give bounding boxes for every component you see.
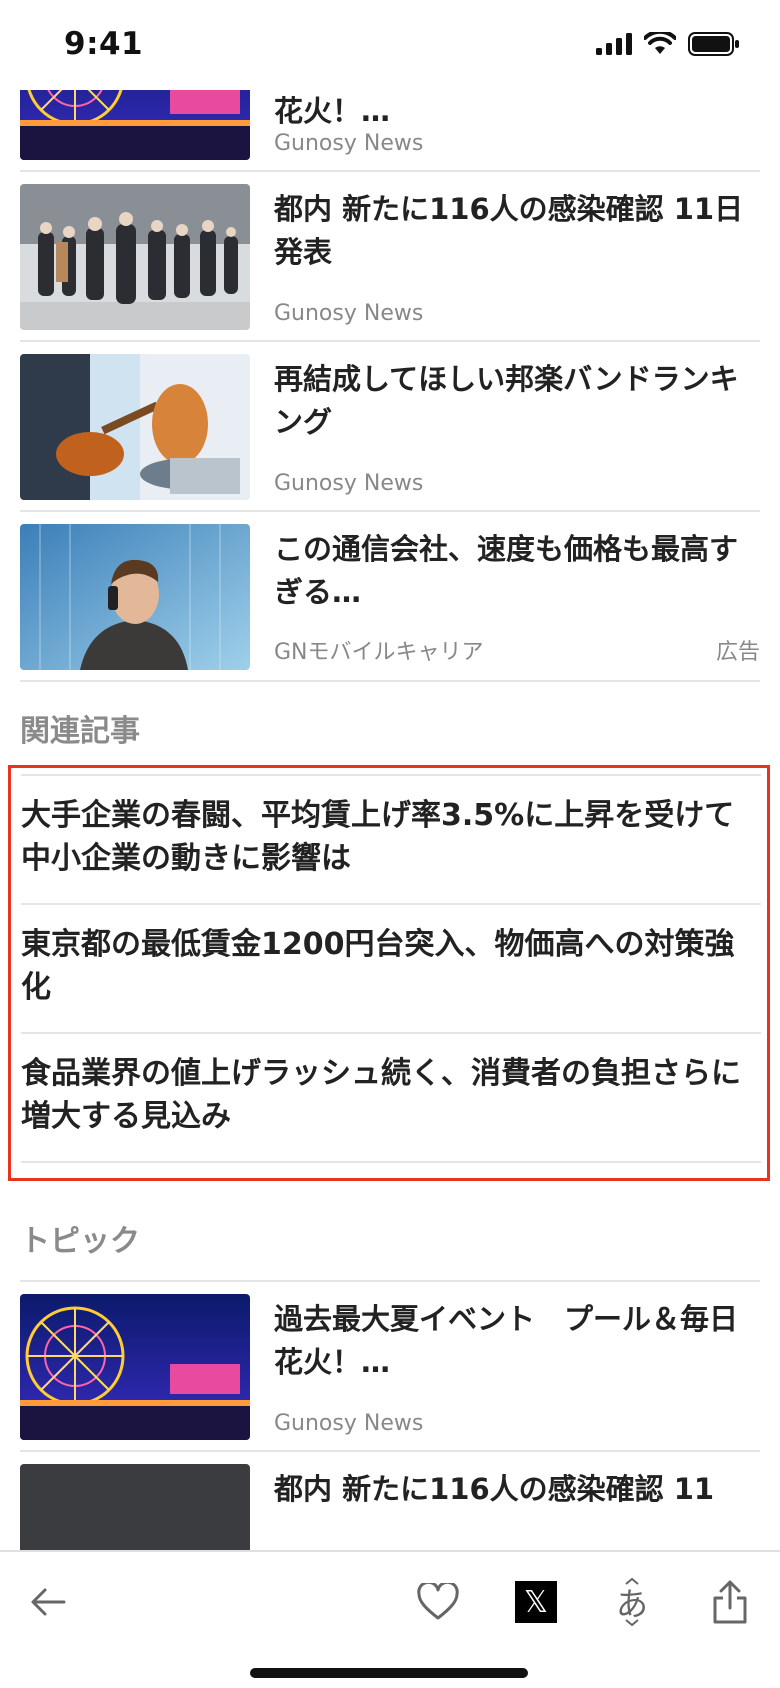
related-article-link[interactable]: 食品業界の値上げラッシュ続く、消費者の負担さらに増大する見込み <box>21 1032 761 1152</box>
ferris-wheel-thumbnail <box>20 90 250 160</box>
article-source: GNモバイルキャリア <box>274 640 484 665</box>
status-icons <box>596 32 740 56</box>
article-source: Gunosy News <box>274 131 424 156</box>
article-title: 都内 新たに116人の感染確認 11 <box>274 1472 715 1506</box>
article-item[interactable]: 花火！… Gunosy News <box>20 90 760 172</box>
article-title: 都内 新たに116人の感染確認 11日発表 <box>274 192 744 269</box>
bottom-toolbar: 𝕏 あ <box>0 1550 780 1688</box>
battery-icon <box>688 32 739 56</box>
ad-article-item[interactable]: この通信会社、速度も価格も最高すぎる… GNモバイルキャリア 広告 <box>20 512 760 682</box>
like-button[interactable] <box>410 1574 466 1630</box>
signal-icon <box>596 33 632 55</box>
article-item[interactable]: 再結成してほしい邦楽バンドランキング Gunosy News <box>20 342 760 512</box>
related-article-link[interactable]: 大手企業の春闘、平均賃上げ率3.5%に上昇を受けて中小企業の動きに影響は <box>21 774 761 894</box>
status-time: 9:41 <box>64 26 144 62</box>
article-title: 再結成してほしい邦楽バンドランキング <box>274 362 739 439</box>
article-title: この通信会社、速度も価格も最高すぎる… <box>274 532 739 609</box>
status-bar: 9:41 <box>0 0 780 90</box>
crowd-thumbnail <box>20 184 250 330</box>
related-article-link[interactable]: 東京都の最低賃金1200円台突入、物価高への対策強化 <box>21 903 761 1023</box>
article-item[interactable]: 都内 新たに116人の感染確認 11日発表 Gunosy News <box>20 172 760 342</box>
heart-icon <box>417 1583 459 1620</box>
ad-label: 広告 <box>715 640 760 665</box>
wifi-icon <box>644 32 676 54</box>
article-source: Gunosy News <box>274 1411 424 1436</box>
topic-article-item[interactable]: 過去最大夏イベント プール＆毎日花火！… Gunosy News <box>20 1282 760 1452</box>
topic-article-item[interactable]: 都内 新たに116人の感染確認 11 <box>20 1452 760 1550</box>
related-articles-highlight: 大手企業の春闘、平均賃上げ率3.5%に上昇を受けて中小企業の動きに影響は 東京都… <box>8 765 770 1181</box>
back-arrow-icon <box>31 1588 66 1616</box>
crowd-thumbnail <box>20 1464 250 1550</box>
phone-call-thumbnail <box>20 524 250 670</box>
share-button[interactable] <box>702 1574 758 1630</box>
share-to-x-button[interactable]: 𝕏 <box>508 1574 564 1630</box>
article-scroll-view[interactable]: 花火！… Gunosy News 都内 新たに116人の感染確認 11日発表 G… <box>0 90 780 1550</box>
related-divider <box>21 1161 761 1163</box>
x-logo-glyph: 𝕏 <box>523 1584 549 1620</box>
article-title: 過去最大夏イベント プール＆毎日花火！… <box>274 1302 739 1379</box>
back-button[interactable] <box>20 1574 76 1630</box>
font-size-button[interactable]: あ <box>604 1574 660 1630</box>
ferris-wheel-thumbnail <box>20 1294 250 1440</box>
article-title: 花火！… <box>274 94 391 128</box>
article-source: Gunosy News <box>274 301 424 326</box>
font-size-icon: あ <box>612 1578 652 1626</box>
x-logo-icon: 𝕏 <box>515 1581 557 1623</box>
home-indicator <box>250 1668 528 1678</box>
band-thumbnail <box>20 354 250 500</box>
article-source: Gunosy News <box>274 471 424 496</box>
share-icon <box>713 1580 747 1624</box>
topic-heading: トピック <box>20 1224 140 1259</box>
related-heading: 関連記事 <box>20 714 140 749</box>
